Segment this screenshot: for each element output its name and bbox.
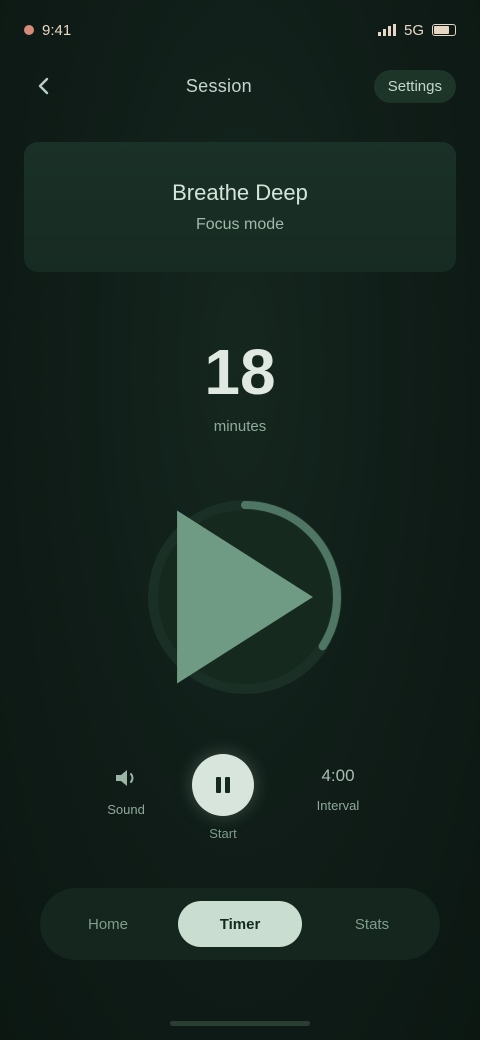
home-indicator — [170, 1021, 310, 1026]
interval-label: Interval — [316, 798, 360, 813]
nav-item-home[interactable]: Home — [68, 916, 148, 933]
sound-label: Sound — [107, 802, 145, 817]
carrier-label: 5G — [403, 21, 424, 39]
status-right: 5G — [377, 21, 456, 39]
interval-value: 4:00 — [321, 766, 355, 785]
chevron-left-icon — [38, 77, 49, 95]
sound-control[interactable]: Sound — [96, 766, 156, 817]
settings-button[interactable]: Settings — [373, 69, 456, 103]
page-title: Session — [185, 75, 252, 96]
counter-value: 18 — [204, 336, 276, 408]
counter-label: minutes — [213, 418, 267, 435]
status-time: 9:41 — [42, 21, 72, 39]
bottom-nav: Home Timer Stats — [40, 888, 440, 960]
interval-control[interactable]: 4:00 Interval — [292, 766, 384, 813]
header: Session Settings — [24, 64, 456, 108]
banner-subtitle: Focus mode — [195, 216, 285, 233]
controls-row: Sound Start 4:00 Interval — [0, 752, 480, 848]
counter-block: 18 minutes — [0, 340, 480, 435]
nav-item-timer[interactable]: Timer — [178, 901, 302, 947]
play-icon — [177, 510, 313, 684]
recording-dot-icon — [24, 25, 34, 35]
dial-center — [140, 492, 350, 702]
start-label: Start — [209, 826, 237, 841]
status-bar: 9:41 5G — [24, 14, 456, 46]
banner-title: Breathe Deep — [172, 180, 308, 205]
nav-item-stats[interactable]: Stats — [332, 916, 412, 933]
sound-icon — [116, 770, 134, 786]
signal-icon — [377, 24, 396, 36]
pause-icon — [216, 777, 230, 793]
battery-icon — [432, 24, 456, 36]
session-banner[interactable]: Breathe Deep Focus mode — [24, 142, 456, 272]
back-button[interactable] — [24, 66, 64, 106]
app-screen: 9:41 5G Session Settings Breathe Deep Fo… — [0, 0, 480, 1040]
start-button[interactable] — [192, 754, 254, 816]
status-left: 9:41 — [24, 22, 71, 39]
progress-dial[interactable] — [140, 492, 350, 702]
